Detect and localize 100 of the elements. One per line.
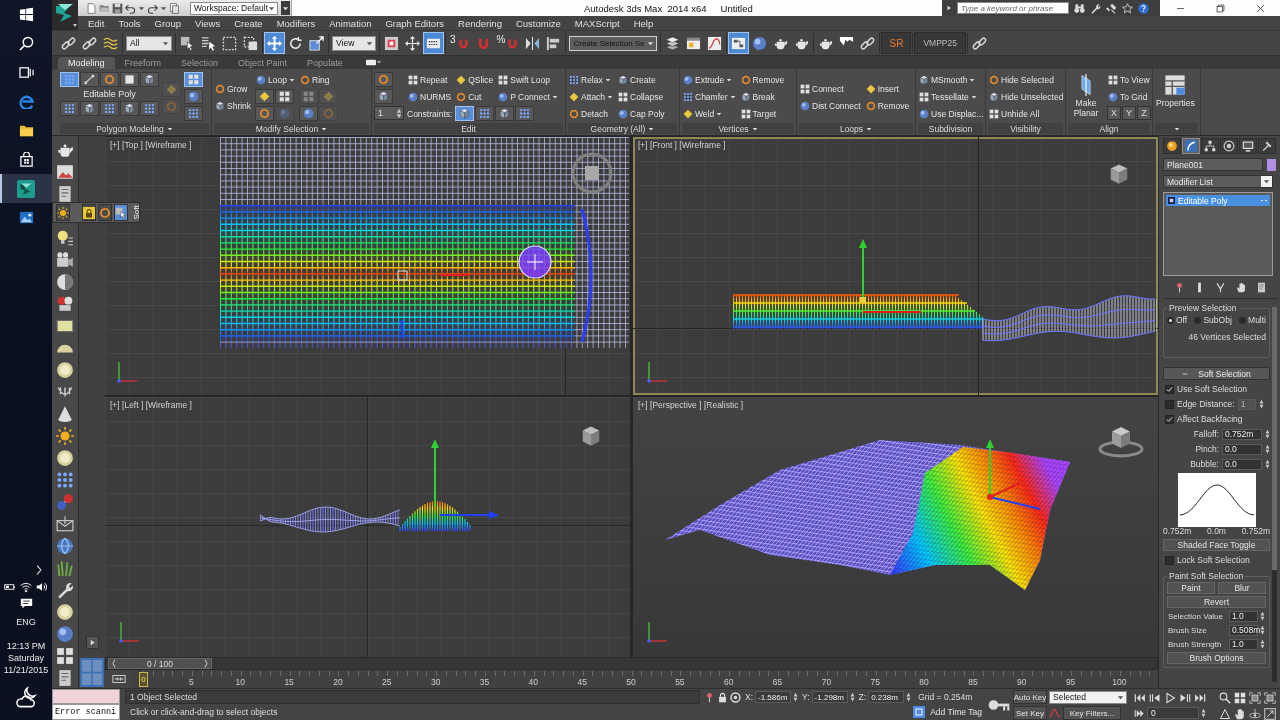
spinner-field[interactable]: 1.0 xyxy=(1229,610,1258,622)
cloud-moon-icon[interactable] xyxy=(15,686,37,708)
menu-item[interactable]: Graph Editors xyxy=(385,17,445,29)
wrench-icon[interactable] xyxy=(56,581,74,599)
workspace-menu-button[interactable] xyxy=(281,1,290,15)
view-cube-icon[interactable] xyxy=(570,151,614,195)
icon-button[interactable] xyxy=(60,101,79,116)
ribbon-button[interactable]: Weld xyxy=(682,106,737,121)
icon-button[interactable] xyxy=(455,106,475,121)
ribbon-button[interactable]: Cut xyxy=(455,89,495,104)
ribbon-button[interactable]: Extrude xyxy=(682,72,737,87)
message-icon[interactable] xyxy=(19,597,33,610)
viewport-label[interactable]: [+] [Perspective ] [Realistic ] xyxy=(638,400,744,410)
light-bulb-icon[interactable] xyxy=(56,229,74,247)
ribbon-button[interactable]: Remove xyxy=(864,98,911,114)
clock-date[interactable]: 11/21/2015 xyxy=(3,664,49,676)
save-icon[interactable] xyxy=(112,2,123,14)
checkbox[interactable] xyxy=(1165,384,1174,394)
time-slider-track[interactable]: 0 / 100 xyxy=(105,657,1158,670)
viewport[interactable]: [+] [Perspective ] [Realistic ] xyxy=(633,397,1158,657)
ribbon-button[interactable]: Shrink xyxy=(214,98,253,114)
grid-icon[interactable] xyxy=(56,647,74,665)
dots-icon[interactable] xyxy=(56,471,74,489)
command-panel-tab[interactable] xyxy=(1239,138,1257,154)
ribbon-button[interactable]: Attach xyxy=(568,89,615,104)
radio-button[interactable] xyxy=(1167,316,1174,324)
flyout-button[interactable] xyxy=(114,204,128,221)
icon-button[interactable] xyxy=(120,72,139,87)
panel-title-button[interactable]: Polygon Modeling xyxy=(60,123,209,134)
previous-frame-icon[interactable] xyxy=(1149,691,1161,704)
ribbon-button[interactable]: Make Planar xyxy=(1068,72,1104,122)
view-cube-icon[interactable] xyxy=(580,425,602,447)
pin-icon[interactable] xyxy=(704,691,715,703)
satellite-icon[interactable] xyxy=(1106,2,1117,14)
workspace-dropdown[interactable]: Workspace: Default xyxy=(190,1,278,15)
add-time-tag-button[interactable]: Add Time Tag xyxy=(927,705,985,719)
ribbon-tab[interactable]: Selection xyxy=(171,57,229,69)
rectangle-icon[interactable] xyxy=(56,317,74,335)
toolbar-button[interactable]: VMPP25 xyxy=(914,32,966,54)
ribbon-button[interactable]: Grow xyxy=(214,81,253,97)
ribbon-button[interactable]: P Connect xyxy=(497,89,559,104)
caret-icon[interactable] xyxy=(138,4,145,12)
ribbon-button[interactable]: Cap Poly xyxy=(617,106,666,121)
disc-icon[interactable] xyxy=(56,449,74,467)
set-key-button[interactable]: Set Key xyxy=(1013,706,1047,720)
go-to-start-icon[interactable] xyxy=(1134,691,1146,704)
command-panel-tab[interactable] xyxy=(1201,138,1219,154)
ribbon-button[interactable]: Hide Unselected xyxy=(988,89,1065,104)
ribbon-button[interactable]: NURMS xyxy=(407,89,453,104)
viewport[interactable]: [+] [Left ] [Wireframe ] xyxy=(105,397,630,657)
axis-button[interactable]: Z xyxy=(1137,106,1151,120)
new-file-icon[interactable] xyxy=(86,2,97,14)
radio-button[interactable] xyxy=(1239,316,1247,324)
icon-button[interactable] xyxy=(374,89,393,104)
icon-button[interactable] xyxy=(140,72,159,87)
panel-title-button[interactable]: Subdivision xyxy=(918,123,983,134)
modifier-list-dropdown[interactable]: Modifier List xyxy=(1163,175,1273,188)
scrollbar-thumb[interactable] xyxy=(1272,307,1277,570)
panel-button[interactable]: Shaded Face Toggle xyxy=(1163,539,1270,551)
ribbon-button[interactable]: Target xyxy=(739,106,786,121)
rollout-header[interactable]: Soft Selection xyxy=(1163,367,1270,380)
icon-button[interactable] xyxy=(80,72,99,87)
icon-button[interactable] xyxy=(140,101,159,116)
clock-day[interactable]: Saturday xyxy=(8,652,44,664)
checkbox[interactable] xyxy=(1165,555,1174,565)
icon-button[interactable] xyxy=(255,106,275,121)
undo-icon[interactable] xyxy=(125,2,136,14)
next-frame-icon[interactable] xyxy=(1179,691,1191,704)
ribbon-tab[interactable]: Freeform xyxy=(114,57,172,69)
envelope-icon[interactable] xyxy=(56,515,74,533)
ribbon-tab[interactable]: Modeling xyxy=(58,57,115,69)
view-cube-icon[interactable] xyxy=(1108,163,1130,185)
key-mode-icon[interactable] xyxy=(1134,707,1145,719)
viewport-label[interactable]: [+] [Top ] [Wireframe ] xyxy=(110,140,192,150)
document-icon[interactable] xyxy=(1256,282,1268,293)
reel-camera-icon[interactable] xyxy=(56,295,74,313)
grass-icon[interactable] xyxy=(56,559,74,577)
ribbon-button[interactable]: Chamfer xyxy=(682,89,737,104)
coordinate-field[interactable]: 0.238m xyxy=(868,691,905,703)
view-cube-icon[interactable] xyxy=(1097,425,1145,459)
orbit-icon[interactable] xyxy=(1249,707,1261,720)
camera-icon[interactable] xyxy=(56,251,74,269)
viewport-label[interactable]: [+] [Left ] [Wireframe ] xyxy=(110,400,192,410)
close-icon[interactable] xyxy=(1254,2,1266,14)
icon-button[interactable] xyxy=(100,101,119,116)
taskbar-button[interactable] xyxy=(0,174,52,203)
ribbon-button[interactable]: Unhide All xyxy=(988,106,1065,121)
zoom-icon[interactable] xyxy=(1219,691,1231,704)
app-logo-icon[interactable] xyxy=(52,0,78,30)
ribbon-button[interactable]: Ring xyxy=(299,72,338,87)
axis-button[interactable]: X xyxy=(1107,106,1121,120)
viewport[interactable]: [+] [Front ] [Wireframe ] xyxy=(633,137,1158,395)
sphere-icon[interactable] xyxy=(56,625,74,643)
command-panel-tab[interactable] xyxy=(1163,138,1181,154)
panel-title-button[interactable]: Loops xyxy=(799,123,913,134)
disc-icon[interactable] xyxy=(56,603,74,621)
ribbon-button[interactable]: Use Displac... xyxy=(918,106,985,121)
restore-icon[interactable] xyxy=(1214,2,1226,14)
menu-item[interactable]: Group xyxy=(154,17,181,29)
axis-button[interactable]: Y xyxy=(1122,106,1136,120)
